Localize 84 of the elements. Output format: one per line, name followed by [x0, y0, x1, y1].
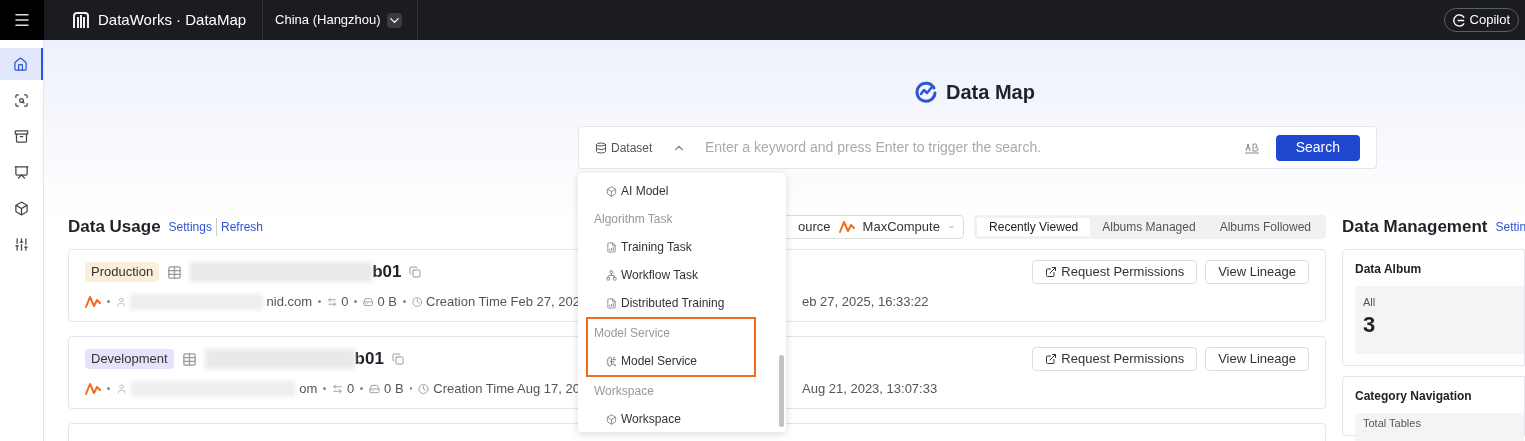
- env-tag: Development: [85, 349, 174, 369]
- search-icon: [14, 92, 29, 108]
- storage-size: 0 B: [377, 293, 397, 311]
- modified-time: eb 27, 2025, 16:33:22: [802, 293, 929, 311]
- item-icon: [606, 269, 617, 281]
- lineage-count: 0: [341, 293, 349, 311]
- group-label: Algorithm Task: [594, 211, 674, 228]
- stat-label: Total Tables: [1363, 416, 1422, 431]
- lineage-icon: [332, 382, 344, 395]
- caret-icon[interactable]: [386, 12, 402, 28]
- user-icon: [115, 295, 127, 308]
- owner-email: nid.com: [266, 293, 313, 311]
- storage-size: 0 B: [384, 380, 404, 398]
- sliders-icon: [14, 236, 29, 252]
- menu-item[interactable]: Model Service: [594, 347, 754, 375]
- action-button[interactable]: View Lineage: [1205, 347, 1309, 371]
- copilot-icon: [1452, 13, 1466, 27]
- group-label: Model Service: [594, 325, 672, 342]
- menu-item[interactable]: Workspace: [594, 405, 786, 433]
- cube-icon: [14, 200, 29, 216]
- section-link[interactable]: Settings: [168, 218, 212, 236]
- database-icon: [595, 141, 607, 154]
- maxcompute-icon: [838, 220, 855, 234]
- menu-item[interactable]: Workflow Task: [594, 261, 786, 289]
- section-link[interactable]: Settin: [1495, 218, 1525, 236]
- menu-icon[interactable]: [0, 0, 44, 40]
- table-icon: [181, 351, 197, 367]
- item-icon: [606, 185, 617, 197]
- tab[interactable]: Recently Viewed: [977, 218, 1091, 236]
- archive-icon: [14, 128, 29, 144]
- clock-icon: [411, 295, 423, 308]
- section-title: Data Usage: [68, 216, 161, 239]
- home-icon: [13, 56, 28, 72]
- external-link-icon: [1045, 353, 1058, 365]
- tab[interactable]: Albums Followed: [1207, 218, 1323, 236]
- region-label[interactable]: China (Hangzhou): [275, 10, 381, 30]
- logo-icon: [72, 11, 90, 29]
- table-name[interactable]: b01: [354, 346, 384, 372]
- group-label: Workspace: [594, 383, 655, 400]
- section-link[interactable]: Refresh: [215, 218, 263, 236]
- source-value: MaxCompute: [862, 218, 940, 237]
- storage-icon: [369, 382, 381, 395]
- menu-item[interactable]: AI Model: [594, 177, 786, 205]
- maxcompute-icon: [85, 381, 101, 396]
- menu-item[interactable]: Distributed Training: [594, 289, 786, 317]
- scope-select[interactable]: Dataset: [595, 138, 705, 157]
- user-icon: [115, 382, 127, 395]
- search-field[interactable]: Dataset Enter a keyword and press Enter to trigger the search. Search: [578, 126, 1377, 169]
- brand-title: DataWorks · DataMap: [98, 9, 247, 30]
- card-title: Category Navigation: [1355, 388, 1473, 405]
- table-icon: [167, 264, 183, 280]
- action-button[interactable]: Request Permissions: [1032, 347, 1198, 371]
- sidebar-item[interactable]: [0, 48, 43, 80]
- stat-label: All: [1363, 295, 1377, 310]
- lineage-icon: [326, 295, 338, 308]
- search-button[interactable]: Search: [1275, 134, 1360, 161]
- copy-icon: [391, 353, 404, 365]
- card-title: Data Album: [1355, 261, 1423, 278]
- item-icon: [606, 413, 617, 425]
- env-tag: Production: [85, 262, 160, 282]
- tab[interactable]: Albums Managed: [1090, 218, 1208, 236]
- data-map-logo-icon: [914, 79, 938, 104]
- section-title: Data Management: [1342, 216, 1488, 239]
- source-label: ource: [798, 218, 831, 237]
- modified-time: Aug 21, 2023, 13:07:33: [802, 380, 938, 398]
- stat-value: 3: [1363, 310, 1377, 338]
- case-toggle-icon[interactable]: [1243, 141, 1260, 154]
- table-name[interactable]: b01: [372, 259, 402, 285]
- lineage-count: 0: [347, 380, 355, 398]
- storage-icon: [363, 295, 374, 308]
- item-icon: [606, 241, 617, 253]
- search-input[interactable]: Enter a keyword and press Enter to trigger the search.: [705, 137, 1244, 158]
- item-icon: [606, 355, 617, 367]
- monitor-icon: [14, 164, 29, 180]
- maxcompute-icon: [85, 294, 101, 309]
- external-link-icon: [1045, 266, 1058, 278]
- action-button[interactable]: Request Permissions: [1032, 260, 1198, 284]
- item-icon: [606, 297, 617, 309]
- copy-icon: [409, 266, 422, 278]
- owner-email: om: [299, 380, 318, 398]
- action-button[interactable]: View Lineage: [1205, 260, 1309, 284]
- scrollbar-thumb[interactable]: [779, 355, 784, 427]
- page-title: Data Map: [946, 79, 1035, 105]
- clock-icon: [418, 382, 430, 395]
